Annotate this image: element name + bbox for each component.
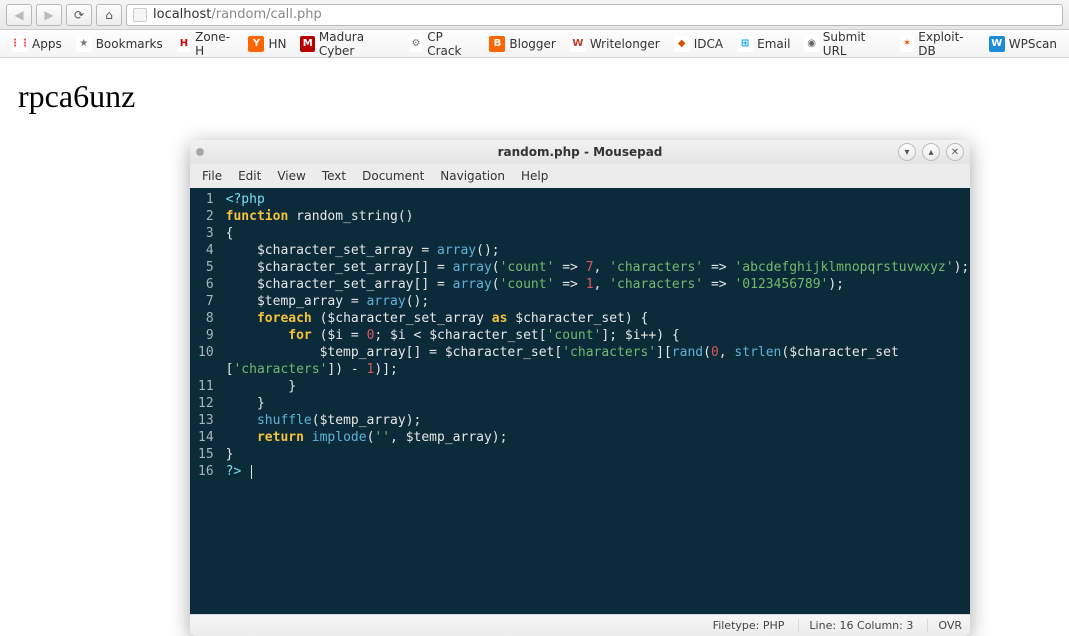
statusbar: Filetype: PHP Line: 16 Column: 3 OVR (190, 614, 970, 636)
code-line: $temp_array = array(); (226, 293, 970, 310)
menu-navigation[interactable]: Navigation (432, 167, 513, 185)
idca-icon: ◆ (674, 36, 690, 52)
line-gutter: 12345678910111213141516 (190, 188, 220, 614)
address-bar[interactable]: localhost/random/call.php (126, 4, 1063, 26)
bookmark-label: Submit URL (823, 30, 886, 58)
bookmark-label: HN (268, 37, 286, 51)
bookmark-label: Zone-H (195, 30, 234, 58)
code-line: $temp_array[] = $character_set['characte… (226, 344, 970, 361)
bookmark-label: Writelonger (590, 37, 660, 51)
bookmark-zone-h[interactable]: HZone-H (171, 28, 241, 60)
bookmark-submit-url[interactable]: ◉ Submit URL (798, 28, 891, 60)
email-icon: ⊞ (737, 36, 753, 52)
menu-edit[interactable]: Edit (230, 167, 269, 185)
code-line: ?> (226, 463, 970, 480)
code-line: } (226, 446, 970, 463)
minimize-button[interactable]: ▾ (898, 143, 916, 161)
apps-icon: ⋮⋮ (12, 36, 28, 52)
exploit-db-icon: ✶ (900, 36, 914, 52)
code-area[interactable]: 12345678910111213141516 <?phpfunction ra… (190, 188, 970, 614)
writelonger-icon: W (570, 36, 586, 52)
madura-cyber-icon: M (300, 36, 314, 52)
bookmark-bookmarks[interactable]: ★ Bookmarks (70, 34, 169, 54)
bookmark-writelonger[interactable]: W Writelonger (564, 34, 666, 54)
menu-view[interactable]: View (269, 167, 313, 185)
bookmark-label: CP Crack (427, 30, 475, 58)
hn-icon: Y (248, 36, 264, 52)
submit-url-icon: ◉ (804, 36, 818, 52)
bookmark-madura-cyber[interactable]: M Madura Cyber (294, 28, 400, 60)
code-line: <?php (226, 191, 970, 208)
bookmark-cp-crack[interactable]: ⚙CP Crack (403, 28, 482, 60)
bookmark-label: WPScan (1009, 37, 1057, 51)
page-content: rpca6unz (0, 58, 1069, 135)
code-line: for ($i = 0; $i < $character_set['count'… (226, 327, 970, 344)
bookmark-label: Bookmarks (96, 37, 163, 51)
status-filetype: Filetype: PHP (713, 619, 785, 632)
bookmark-idca[interactable]: ◆ IDCA (668, 34, 729, 54)
bookmark-label: Email (757, 37, 790, 51)
bookmark-label: IDCA (694, 37, 723, 51)
close-button[interactable]: ✕ (946, 143, 964, 161)
page-output: rpca6unz (18, 78, 1051, 115)
status-mode: OVR (927, 619, 962, 632)
code-line: foreach ($character_set_array as $charac… (226, 310, 970, 327)
code-line: { (226, 225, 970, 242)
url-host: localhost (153, 7, 211, 22)
bookmark-blogger[interactable]: B Blogger (483, 34, 561, 54)
url-path: /random/call.php (211, 7, 321, 22)
bookmark-exploit-db[interactable]: ✶Exploit-DB (894, 28, 981, 60)
window-title: random.php - Mousepad (190, 145, 970, 159)
cp-crack-icon: ⚙ (409, 36, 423, 52)
status-position: Line: 16 Column: 3 (798, 619, 913, 632)
mousepad-window: random.php - Mousepad ▾ ▴ ✕ FileEditView… (190, 140, 970, 636)
browser-toolbar: ◀ ▶ ⟳ ⌂ localhost/random/call.php (0, 0, 1069, 30)
menu-document[interactable]: Document (354, 167, 432, 185)
menubar: FileEditViewTextDocumentNavigationHelp (190, 164, 970, 188)
code-line: $character_set_array[] = array('count' =… (226, 259, 970, 276)
bookmark-label: Blogger (509, 37, 555, 51)
menu-file[interactable]: File (194, 167, 230, 185)
bookmark-label: Madura Cyber (319, 30, 395, 58)
bookmark-label: Exploit-DB (918, 30, 974, 58)
bookmark-email[interactable]: ⊞ Email (731, 34, 796, 54)
bookmark-hn[interactable]: Y HN (242, 34, 292, 54)
back-button[interactable]: ◀ (6, 4, 32, 26)
page-icon (133, 8, 147, 22)
code-line: ['characters']) - 1)]; (226, 361, 970, 378)
bookmarks-icon: ★ (76, 36, 92, 52)
wpscan-icon: W (989, 36, 1005, 52)
menu-text[interactable]: Text (314, 167, 354, 185)
code-line: function random_string() (226, 208, 970, 225)
window-menu-icon[interactable] (196, 148, 204, 156)
bookmark-wpscan[interactable]: W WPScan (983, 34, 1063, 54)
code-line: return implode('', $temp_array); (226, 429, 970, 446)
forward-button[interactable]: ▶ (36, 4, 62, 26)
code-text[interactable]: <?phpfunction random_string(){ $characte… (220, 188, 970, 614)
menu-help[interactable]: Help (513, 167, 556, 185)
blogger-icon: B (489, 36, 505, 52)
code-line: } (226, 378, 970, 395)
code-line: $character_set_array = array(); (226, 242, 970, 259)
window-titlebar[interactable]: random.php - Mousepad ▾ ▴ ✕ (190, 140, 970, 164)
code-line: shuffle($temp_array); (226, 412, 970, 429)
bookmark-apps[interactable]: ⋮⋮ Apps (6, 34, 68, 54)
bookmark-label: Apps (32, 37, 62, 51)
code-line: $character_set_array[] = array('count' =… (226, 276, 970, 293)
code-line: } (226, 395, 970, 412)
zone-h-icon: H (177, 36, 191, 52)
home-button[interactable]: ⌂ (96, 4, 122, 26)
bookmarks-bar: ⋮⋮ Apps ★ Bookmarks HZone-H Y HN M Madura Cyber ⚙… (0, 30, 1069, 58)
maximize-button[interactable]: ▴ (922, 143, 940, 161)
reload-button[interactable]: ⟳ (66, 4, 92, 26)
